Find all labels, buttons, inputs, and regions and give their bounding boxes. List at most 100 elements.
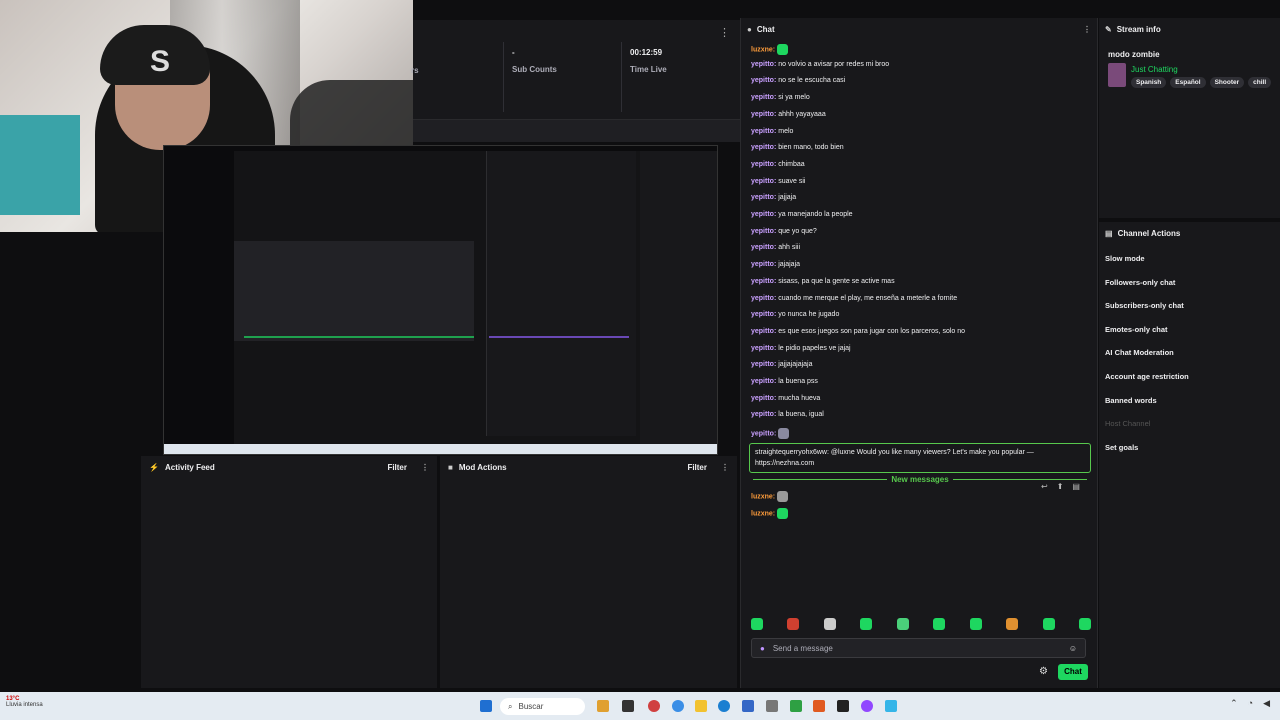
chat-username[interactable]: yepitto:: [751, 395, 776, 402]
gear-icon[interactable]: ⚙: [1039, 666, 1048, 677]
emote-shortcut-icon[interactable]: [860, 618, 873, 630]
channel-action-item[interactable]: Emotes-only chat: [1105, 325, 1168, 334]
start-icon[interactable]: [480, 700, 492, 712]
chat-username[interactable]: yepitto:: [751, 77, 776, 84]
emote-shortcut-icon[interactable]: [933, 618, 946, 630]
app-icon[interactable]: [813, 700, 825, 712]
chat-username[interactable]: yepitto:: [751, 411, 776, 418]
chat-username[interactable]: yepitto:: [751, 111, 776, 118]
channel-action-item[interactable]: Slow mode: [1105, 254, 1145, 263]
system-tray[interactable]: ⌃ ◔ ◀: [1230, 698, 1270, 709]
emote-shortcut-icon[interactable]: [1078, 618, 1091, 630]
chat-input[interactable]: [772, 643, 1069, 653]
chat-message[interactable]: yepitto: que yo que?: [751, 228, 817, 235]
app-icon[interactable]: [837, 700, 849, 712]
chat-username[interactable]: yepitto:: [751, 430, 776, 437]
chat-message[interactable]: yepitto: bien mano, todo bien: [751, 144, 844, 151]
chat-username[interactable]: yepitto:: [751, 361, 776, 368]
chat-message[interactable]: yepitto: no volvio a avisar por redes mi…: [751, 61, 889, 68]
chat-message[interactable]: yepitto: le pidio papeles ve jajaj: [751, 345, 851, 352]
chevron-up-icon[interactable]: ⌃: [1230, 698, 1238, 709]
stream-preview[interactable]: [163, 145, 718, 455]
chat-username[interactable]: yepitto:: [751, 295, 776, 302]
app-icon[interactable]: [742, 700, 754, 712]
chat-username[interactable]: yepitto:: [751, 128, 776, 135]
app-icon[interactable]: [672, 700, 684, 712]
chat-message[interactable]: yepitto: la buena pss: [751, 378, 818, 385]
channel-action-item[interactable]: Set goals: [1105, 443, 1138, 452]
chat-send-button[interactable]: Chat: [1058, 664, 1088, 680]
chat-username[interactable]: yepitto:: [751, 61, 776, 68]
chat-username[interactable]: yepitto:: [751, 345, 776, 352]
chat-username[interactable]: yepitto:: [751, 144, 776, 151]
stream-tag[interactable]: Spanish: [1131, 77, 1167, 88]
filter-button[interactable]: Filter: [687, 463, 707, 472]
channel-action-item[interactable]: AI Chat Moderation: [1105, 348, 1174, 357]
emote-shortcut-icon[interactable]: [751, 618, 763, 630]
app-icon[interactable]: [790, 700, 802, 712]
chat-message[interactable]: yepitto: la buena, igual: [751, 411, 824, 418]
channel-action-item[interactable]: Account age restriction: [1105, 372, 1189, 381]
emote-shortcut-icon[interactable]: [1042, 618, 1055, 630]
chat-message[interactable]: yepitto: ahhh yayayaaa: [751, 111, 826, 118]
chat-username[interactable]: yepitto:: [751, 378, 776, 385]
chat-message[interactable]: luzxne:: [751, 44, 789, 55]
emote-shortcut-icon[interactable]: [823, 618, 836, 630]
chat-username[interactable]: yepitto:: [751, 178, 776, 185]
more-options-icon[interactable]: ⋮: [721, 463, 729, 472]
chat-message[interactable]: yepitto: suave sii: [751, 178, 805, 185]
chat-message[interactable]: luzxne:: [751, 491, 789, 502]
pin-icon[interactable]: ⬆: [1057, 482, 1064, 491]
channel-action-item[interactable]: Followers-only chat: [1105, 278, 1175, 287]
chat-message[interactable]: yepitto: ahh siii: [751, 244, 800, 251]
chat-message[interactable]: yepitto: no se le escucha casi: [751, 77, 845, 84]
chat-username[interactable]: luzxne:: [751, 46, 775, 53]
edge-icon[interactable]: [718, 700, 730, 712]
app-icon[interactable]: [885, 700, 897, 712]
highlighted-message[interactable]: straightequerryohx6ww: @luxne Would you …: [749, 443, 1091, 473]
chat-username[interactable]: yepitto:: [751, 244, 776, 251]
taskbar-search[interactable]: ⌕ Buscar: [500, 698, 585, 715]
emoji-icon[interactable]: ☺: [1069, 644, 1077, 653]
volume-icon[interactable]: ◀: [1263, 698, 1270, 709]
delete-icon[interactable]: ▤: [1072, 482, 1080, 491]
chat-username[interactable]: yepitto:: [751, 278, 776, 285]
stream-category[interactable]: Just Chatting: [1131, 65, 1178, 74]
chat-message[interactable]: yepitto: ya manejando la people: [751, 211, 853, 218]
folder-icon[interactable]: [695, 700, 707, 712]
chat-username[interactable]: luzxne:: [751, 493, 775, 500]
emote-shortcut-icon[interactable]: [1006, 618, 1019, 630]
app-icon[interactable]: [861, 700, 873, 712]
stream-tag[interactable]: Español: [1170, 77, 1206, 88]
filter-button[interactable]: Filter: [387, 463, 407, 472]
chat-message[interactable]: yepitto: melo: [751, 128, 793, 135]
send-message-box[interactable]: ● ☺: [751, 638, 1086, 658]
app-icon[interactable]: [648, 700, 660, 712]
network-icon[interactable]: ◔: [1248, 698, 1253, 709]
channel-action-item[interactable]: Banned words: [1105, 396, 1157, 405]
chat-username[interactable]: yepitto:: [751, 261, 776, 268]
chat-message[interactable]: yepitto:: [751, 428, 790, 440]
app-icon[interactable]: [766, 700, 778, 712]
chat-username[interactable]: luzxne:: [751, 510, 775, 517]
more-options-icon[interactable]: ⋮: [421, 463, 429, 472]
chat-message[interactable]: yepitto: chimbaa: [751, 161, 805, 168]
stream-tag[interactable]: chill: [1248, 77, 1272, 88]
chat-username[interactable]: yepitto:: [751, 328, 776, 335]
stream-title[interactable]: modo zombie: [1108, 50, 1160, 59]
chat-username[interactable]: yepitto:: [751, 228, 776, 235]
app-icon[interactable]: [622, 700, 634, 712]
channel-action-item[interactable]: Subscribers-only chat: [1105, 301, 1184, 310]
stats-menu-icon[interactable]: ⋮: [719, 26, 730, 39]
stream-tag[interactable]: Shooter: [1209, 77, 1245, 88]
chat-username[interactable]: yepitto:: [751, 194, 776, 201]
chat-message[interactable]: yepitto: jajajaja: [751, 261, 800, 268]
weather-widget[interactable]: 13°C Lluvia intensa: [6, 696, 43, 708]
chat-message[interactable]: yepitto: cuando me merque el play, me en…: [751, 295, 957, 302]
app-icon[interactable]: [597, 700, 609, 712]
chat-message[interactable]: yepitto: mucha hueva: [751, 395, 820, 402]
chat-username[interactable]: yepitto:: [751, 94, 776, 101]
chat-message[interactable]: luzxne:: [751, 508, 789, 519]
chat-username[interactable]: yepitto:: [751, 311, 776, 318]
reply-icon[interactable]: ↩: [1041, 482, 1048, 491]
